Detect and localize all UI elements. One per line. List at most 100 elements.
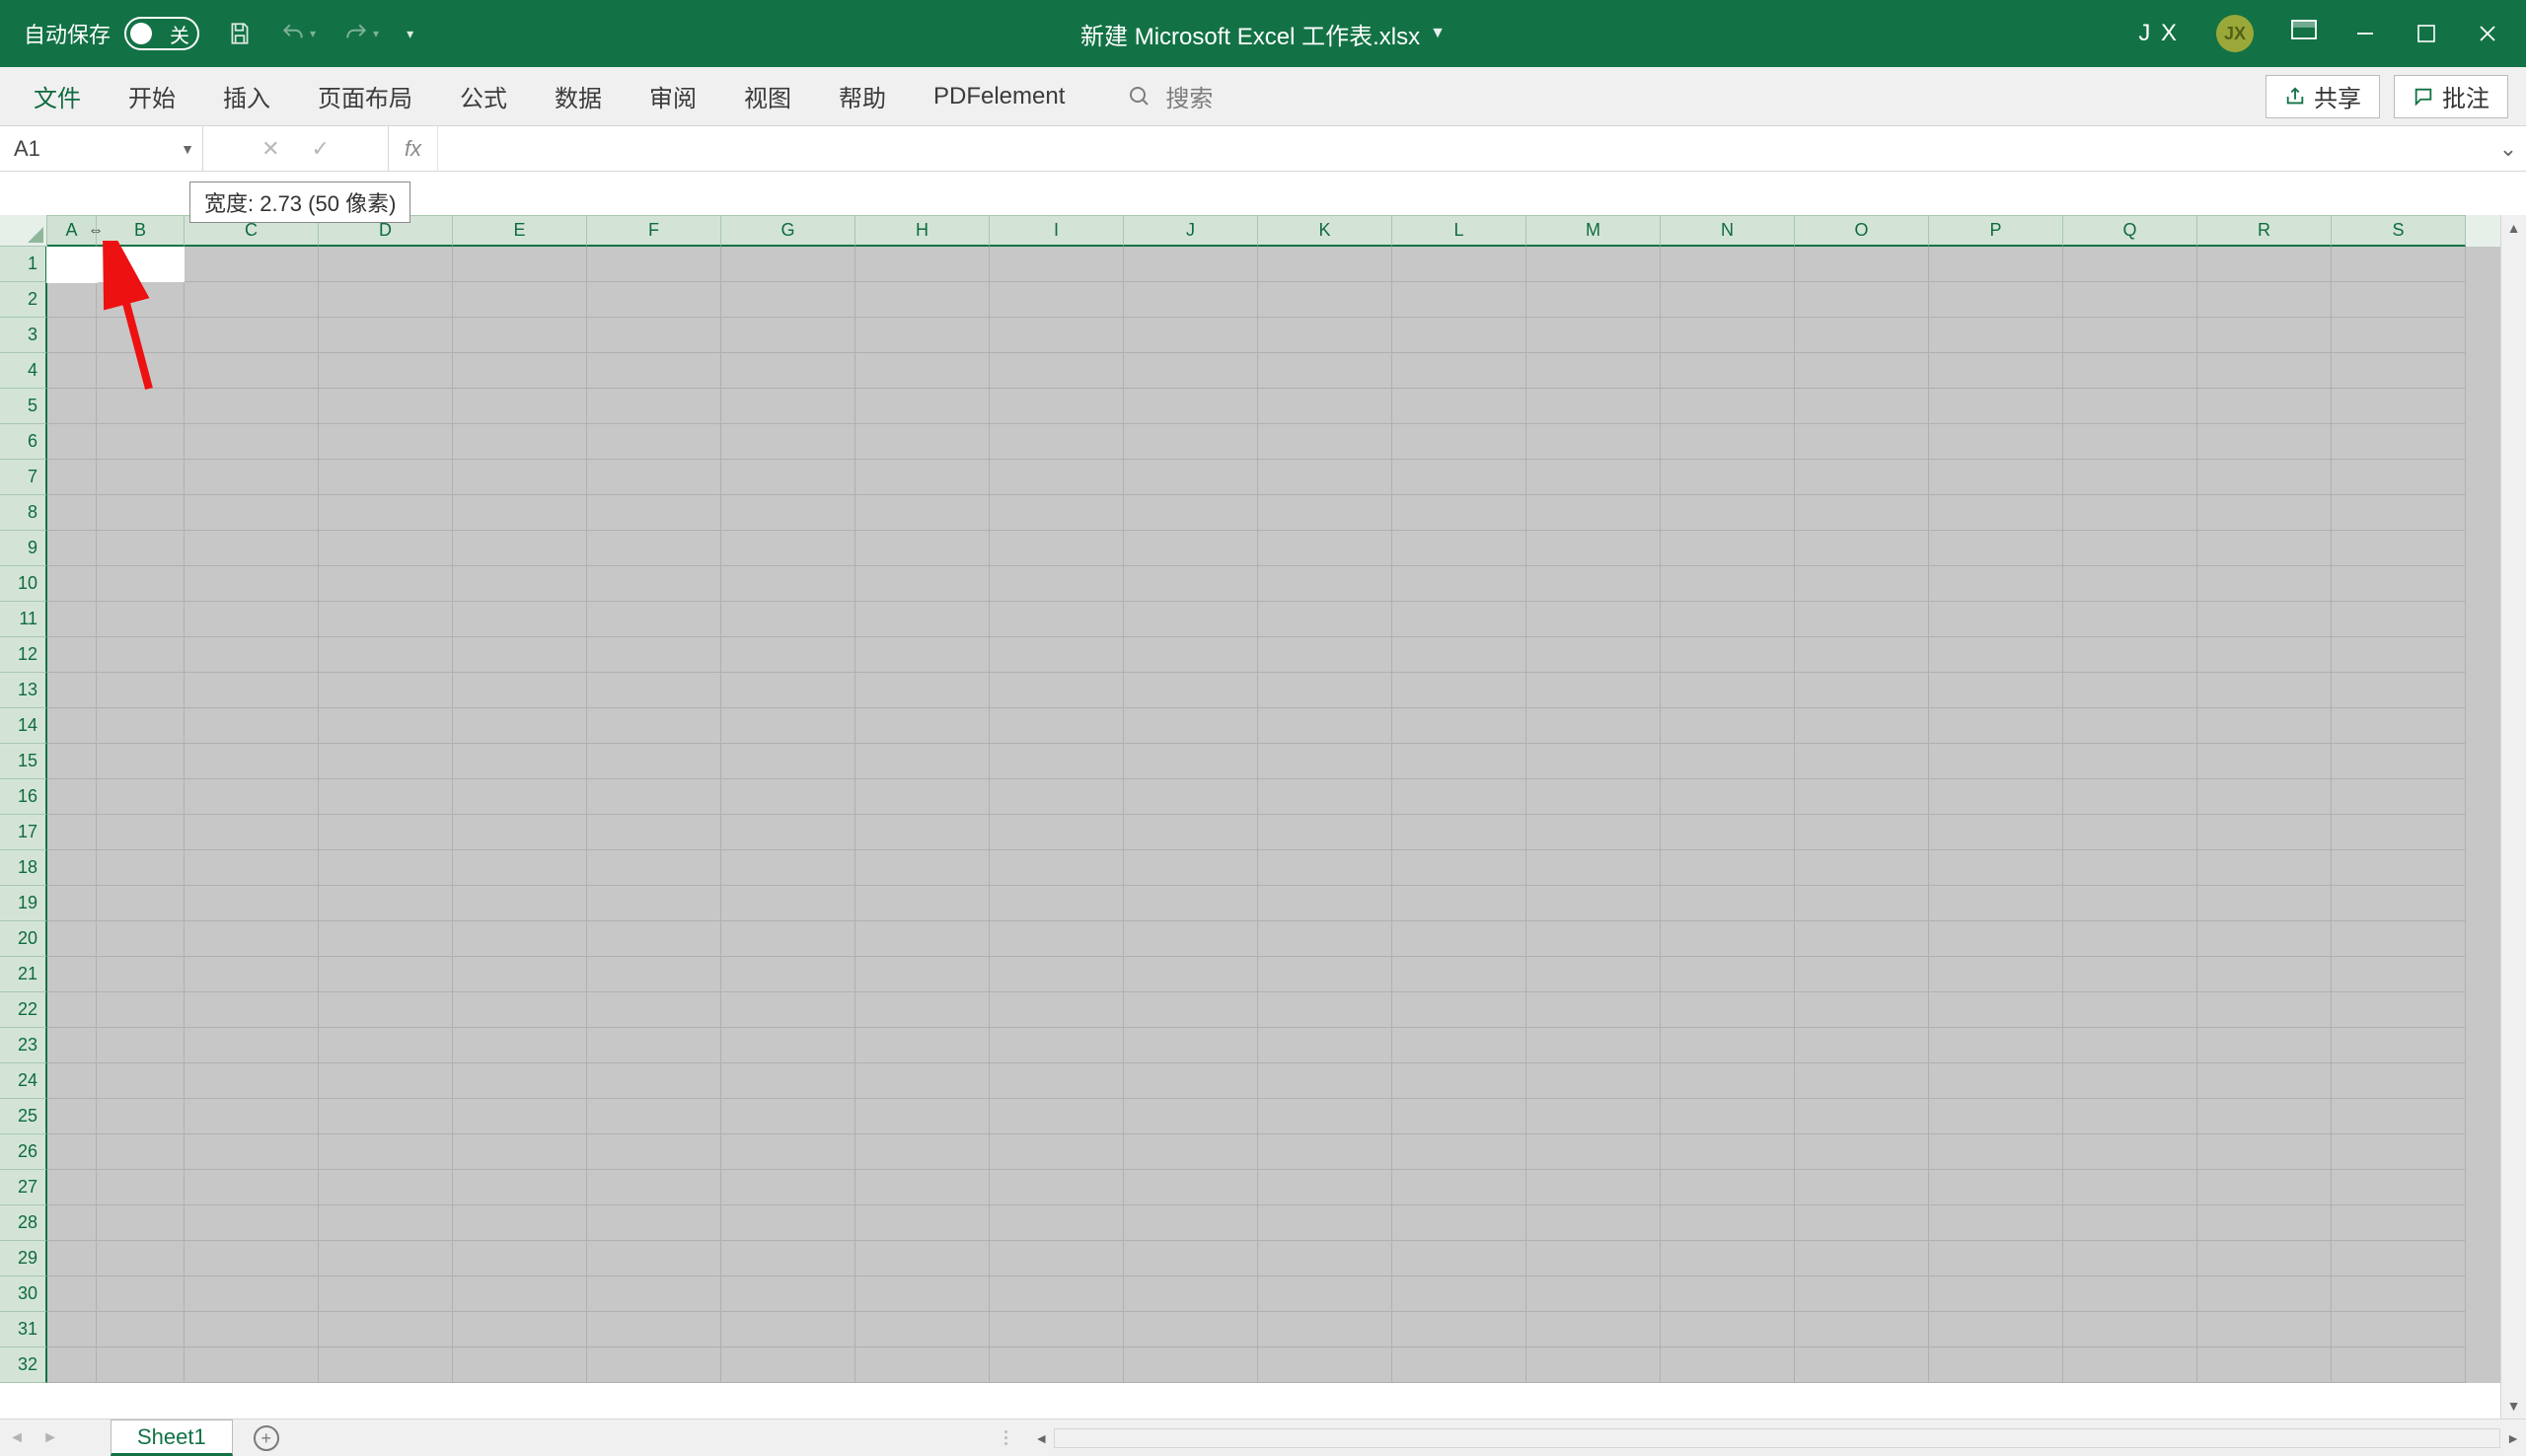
- row-cells-7[interactable]: [47, 460, 2500, 495]
- row-cells-5[interactable]: [47, 389, 2500, 424]
- row-cells-28[interactable]: [47, 1205, 2500, 1241]
- ribbon-display-options-icon[interactable]: [2291, 20, 2317, 47]
- column-header-r[interactable]: R: [2197, 215, 2332, 247]
- row-cells-30[interactable]: [47, 1276, 2500, 1312]
- column-header-e[interactable]: E: [453, 215, 587, 247]
- row-cells-9[interactable]: [47, 531, 2500, 566]
- expand-formula-bar-icon[interactable]: ⌄: [2490, 126, 2526, 171]
- scroll-left-icon[interactable]: ◄: [1028, 1430, 1054, 1446]
- row-cells-11[interactable]: [47, 602, 2500, 637]
- title-dropdown-icon[interactable]: ▼: [1430, 25, 1446, 42]
- row-cells-13[interactable]: [47, 673, 2500, 708]
- row-header-20[interactable]: 20: [0, 921, 47, 957]
- row-header-15[interactable]: 15: [0, 744, 47, 779]
- row-cells-21[interactable]: [47, 957, 2500, 992]
- row-cells-14[interactable]: [47, 708, 2500, 744]
- add-sheet-button[interactable]: +: [247, 1420, 286, 1456]
- redo-button[interactable]: ▾: [343, 21, 379, 46]
- scroll-right-icon[interactable]: ►: [2500, 1430, 2526, 1446]
- sheet-tab-sheet1[interactable]: Sheet1: [111, 1420, 233, 1456]
- row-cells-29[interactable]: [47, 1241, 2500, 1276]
- row-header-28[interactable]: 28: [0, 1205, 47, 1241]
- row-cells-6[interactable]: [47, 424, 2500, 460]
- row-cells-18[interactable]: [47, 850, 2500, 886]
- row-header-7[interactable]: 7: [0, 460, 47, 495]
- comments-button[interactable]: 批注: [2394, 75, 2508, 118]
- row-header-9[interactable]: 9: [0, 531, 47, 566]
- row-cells-15[interactable]: [47, 744, 2500, 779]
- tab-data[interactable]: 数据: [531, 67, 626, 125]
- column-header-k[interactable]: K: [1258, 215, 1392, 247]
- row-cells-26[interactable]: [47, 1134, 2500, 1170]
- fx-label-icon[interactable]: fx: [389, 126, 438, 171]
- row-cells-19[interactable]: [47, 886, 2500, 921]
- row-cells-32[interactable]: [47, 1347, 2500, 1383]
- hscroll-splitter[interactable]: [1004, 1420, 1022, 1456]
- column-header-m[interactable]: M: [1526, 215, 1661, 247]
- column-header-f[interactable]: F: [587, 215, 721, 247]
- user-avatar[interactable]: JX: [2216, 15, 2254, 52]
- row-header-12[interactable]: 12: [0, 637, 47, 673]
- row-cells-1[interactable]: [47, 247, 2500, 282]
- select-all-triangle[interactable]: [0, 215, 47, 247]
- row-header-13[interactable]: 13: [0, 673, 47, 708]
- column-header-a[interactable]: A⇔: [47, 215, 97, 247]
- tab-home[interactable]: 开始: [105, 67, 199, 125]
- column-header-b[interactable]: B: [97, 215, 185, 247]
- tab-view[interactable]: 视图: [720, 67, 815, 125]
- row-header-19[interactable]: 19: [0, 886, 47, 921]
- accept-formula-icon[interactable]: ✓: [312, 136, 330, 162]
- row-header-26[interactable]: 26: [0, 1134, 47, 1170]
- tab-help[interactable]: 帮助: [815, 67, 910, 125]
- hscroll-track[interactable]: [1054, 1428, 2500, 1448]
- row-header-17[interactable]: 17: [0, 815, 47, 850]
- column-header-n[interactable]: N: [1661, 215, 1795, 247]
- share-button[interactable]: 共享: [2266, 75, 2380, 118]
- row-header-23[interactable]: 23: [0, 1028, 47, 1063]
- row-header-29[interactable]: 29: [0, 1241, 47, 1276]
- autosave-toggle[interactable]: 关: [124, 17, 199, 50]
- row-header-18[interactable]: 18: [0, 850, 47, 886]
- column-header-g[interactable]: G: [721, 215, 855, 247]
- scroll-up-icon[interactable]: ▲: [2507, 215, 2521, 241]
- tab-insert[interactable]: 插入: [199, 67, 294, 125]
- row-cells-12[interactable]: [47, 637, 2500, 673]
- tab-review[interactable]: 审阅: [626, 67, 720, 125]
- row-header-2[interactable]: 2: [0, 282, 47, 318]
- row-cells-10[interactable]: [47, 566, 2500, 602]
- maximize-button[interactable]: [2415, 23, 2437, 44]
- row-cells-23[interactable]: [47, 1028, 2500, 1063]
- tab-layout[interactable]: 页面布局: [294, 67, 436, 125]
- column-header-l[interactable]: L: [1392, 215, 1526, 247]
- row-header-16[interactable]: 16: [0, 779, 47, 815]
- row-cells-2[interactable]: [47, 282, 2500, 318]
- close-button[interactable]: [2477, 23, 2498, 44]
- row-cells-4[interactable]: [47, 353, 2500, 389]
- save-icon[interactable]: [227, 21, 253, 46]
- formula-input[interactable]: [438, 126, 2490, 171]
- vertical-scrollbar[interactable]: ▲ ▼: [2500, 215, 2526, 1419]
- sheet-nav-prev[interactable]: ◄: [0, 1420, 34, 1456]
- column-header-j[interactable]: J: [1124, 215, 1258, 247]
- row-header-8[interactable]: 8: [0, 495, 47, 531]
- sheet-nav-next[interactable]: ►: [34, 1420, 67, 1456]
- row-header-6[interactable]: 6: [0, 424, 47, 460]
- row-header-30[interactable]: 30: [0, 1276, 47, 1312]
- row-cells-22[interactable]: [47, 992, 2500, 1028]
- scroll-down-icon[interactable]: ▼: [2507, 1393, 2521, 1419]
- undo-button[interactable]: ▾: [280, 21, 316, 46]
- column-header-s[interactable]: S: [2332, 215, 2466, 247]
- tab-formulas[interactable]: 公式: [436, 67, 531, 125]
- row-header-32[interactable]: 32: [0, 1347, 47, 1383]
- row-header-24[interactable]: 24: [0, 1063, 47, 1099]
- tell-me-search[interactable]: 搜索: [1128, 79, 1213, 113]
- row-cells-20[interactable]: [47, 921, 2500, 957]
- row-cells-16[interactable]: [47, 779, 2500, 815]
- horizontal-scrollbar[interactable]: ◄ ►: [1028, 1420, 2526, 1456]
- row-header-11[interactable]: 11: [0, 602, 47, 637]
- row-cells-24[interactable]: [47, 1063, 2500, 1099]
- minimize-button[interactable]: [2354, 23, 2376, 44]
- row-header-31[interactable]: 31: [0, 1312, 47, 1347]
- name-box[interactable]: A1 ▼: [0, 126, 203, 171]
- active-cell-a1[interactable]: [47, 247, 97, 282]
